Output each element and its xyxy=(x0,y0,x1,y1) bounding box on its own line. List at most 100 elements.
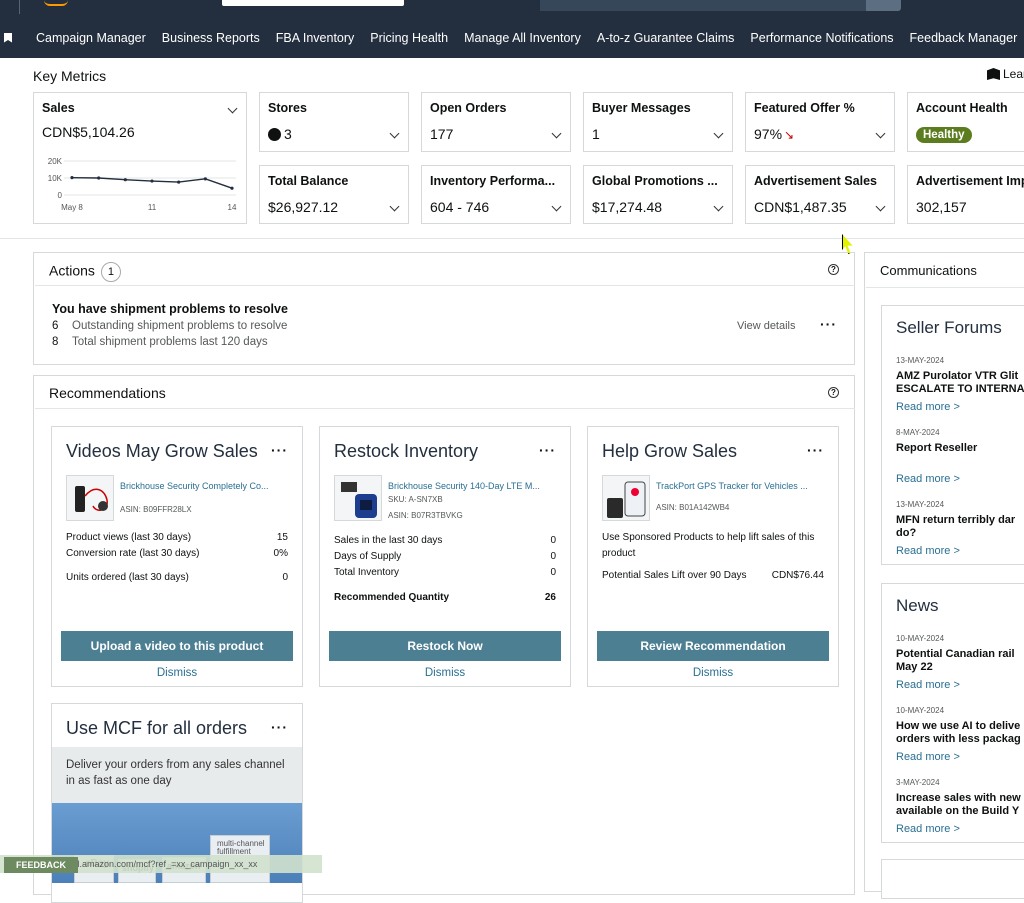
nav-manage-all-inventory[interactable]: Manage All Inventory xyxy=(464,31,581,45)
read-more-link[interactable]: Read more > xyxy=(896,401,960,413)
stat-value: 0 xyxy=(550,551,556,562)
amazon-logo-icon[interactable] xyxy=(44,0,68,6)
global-promotions-tile[interactable]: Global Promotions ... $17,274.48 xyxy=(583,165,733,224)
product-thumbnail[interactable] xyxy=(602,475,650,521)
read-more-link[interactable]: Read more > xyxy=(896,545,960,557)
open-orders-value: 177 xyxy=(430,126,454,142)
product-link[interactable]: Brickhouse Security 140-Day LTE M... xyxy=(388,481,548,491)
top-header xyxy=(0,0,1024,18)
recommendations-title: Recommendations xyxy=(49,385,166,401)
more-options-icon[interactable]: ··· xyxy=(271,443,288,457)
search-button[interactable] xyxy=(866,0,901,11)
featured-offer-value: 97% xyxy=(754,126,783,142)
product-link[interactable]: Brickhouse Security Completely Co... xyxy=(120,481,280,491)
view-details-link[interactable]: View details xyxy=(737,320,796,332)
restock-inventory-card: Restock Inventory ··· Brickhouse Securit… xyxy=(319,426,571,687)
read-more-link[interactable]: Read more > xyxy=(896,823,960,835)
global-promotions-label: Global Promotions ... xyxy=(592,174,718,188)
inventory-performance-tile[interactable]: Inventory Performa... 604 - 746 xyxy=(421,165,571,224)
post-title[interactable]: How we use AI to delive orders with less … xyxy=(896,720,1024,746)
chevron-down-icon[interactable] xyxy=(389,128,400,139)
featured-offer-tile[interactable]: Featured Offer % 97% ↘ xyxy=(745,92,895,152)
advertisement-sales-tile[interactable]: Advertisement Sales CDN$1,487.35 xyxy=(745,165,895,224)
chevron-down-icon[interactable] xyxy=(389,201,400,212)
learn-link[interactable]: Lear xyxy=(987,67,1024,81)
sales-data-point xyxy=(97,176,101,180)
menu-area[interactable] xyxy=(0,0,20,14)
nav-business-reports[interactable]: Business Reports xyxy=(162,31,260,45)
account-health-tile[interactable]: Account Health Healthy xyxy=(907,92,1024,152)
dismiss-link[interactable]: Dismiss xyxy=(588,667,838,679)
post-date: 8-MAY-2024 xyxy=(896,428,940,437)
restock-now-button[interactable]: Restock Now xyxy=(329,631,561,661)
chevron-down-icon[interactable] xyxy=(875,201,886,212)
more-options-icon[interactable]: ··· xyxy=(807,443,824,457)
nav-pricing-health[interactable]: Pricing Health xyxy=(370,31,448,45)
product-sku: SKU: A-SN7XB xyxy=(388,495,443,504)
store-selector[interactable] xyxy=(222,0,404,6)
news-box: News 10-MAY-2024 Potential Canadian rail… xyxy=(881,583,1024,843)
product-thumbnail[interactable] xyxy=(334,475,382,521)
advertisement-impressions-tile[interactable]: Advertisement Imp 302,157 xyxy=(907,165,1024,224)
nav-fba-inventory[interactable]: FBA Inventory xyxy=(276,31,355,45)
nav-campaign-manager[interactable]: Campaign Manager xyxy=(36,31,146,45)
stores-tile[interactable]: Stores 3 xyxy=(259,92,409,152)
stat-value: 0 xyxy=(550,535,556,546)
chart-x-tick-label: May 8 xyxy=(61,203,83,212)
card-title: Help Grow Sales xyxy=(602,441,738,461)
trend-down-icon: ↘ xyxy=(784,128,795,142)
buyer-messages-value: 1 xyxy=(592,126,600,142)
chevron-down-icon[interactable] xyxy=(713,128,724,139)
nav-performance-notifications[interactable]: Performance Notifications xyxy=(750,31,893,45)
dismiss-link[interactable]: Dismiss xyxy=(320,667,570,679)
nav-feedback-manager[interactable]: Feedback Manager xyxy=(910,31,1018,45)
sales-tile[interactable]: Sales CDN$5,104.26 20K 10K 0 May 8 11 14 xyxy=(33,92,247,224)
total-balance-tile[interactable]: Total Balance $26,927.12 xyxy=(259,165,409,224)
recommendations-divider xyxy=(35,408,855,409)
upload-video-button[interactable]: Upload a video to this product xyxy=(61,631,293,661)
read-more-link[interactable]: Read more > xyxy=(896,751,960,763)
read-more-link[interactable]: Read more > xyxy=(896,679,960,691)
dismiss-link[interactable]: Dismiss xyxy=(52,667,302,679)
communications-divider xyxy=(866,287,1024,288)
search-input[interactable] xyxy=(540,0,866,11)
feedback-button[interactable]: FEEDBACK xyxy=(4,857,79,873)
post-title[interactable]: Increase sales with new available on the … xyxy=(896,792,1024,818)
post-title[interactable]: MFN return terribly dar do? xyxy=(896,514,1024,540)
read-more-link[interactable]: Read more > xyxy=(896,473,960,485)
post-title[interactable]: AMZ Purolator VTR Glit ESCALATE TO INTERN… xyxy=(896,370,1024,396)
stat-row: Total Inventory 0 xyxy=(334,567,556,578)
post-title[interactable]: Report Reseller xyxy=(896,442,1024,455)
chevron-down-icon[interactable] xyxy=(227,103,238,114)
advertisement-sales-label: Advertisement Sales xyxy=(754,174,877,188)
buyer-messages-tile[interactable]: Buyer Messages 1 xyxy=(583,92,733,152)
product-asin: ASIN: B01A142WB4 xyxy=(656,503,730,512)
review-recommendation-button[interactable]: Review Recommendation xyxy=(597,631,829,661)
stat-label: Recommended Quantity xyxy=(334,592,450,603)
gps-tracker-icon xyxy=(607,481,646,518)
post-date: 13-MAY-2024 xyxy=(896,356,945,365)
post-title-line: May 22 xyxy=(896,661,933,673)
chevron-down-icon[interactable] xyxy=(551,128,562,139)
chevron-down-icon[interactable] xyxy=(551,201,562,212)
more-options-icon[interactable]: ··· xyxy=(539,443,556,457)
help-icon[interactable]: ? xyxy=(828,264,839,275)
stat-row: Conversion rate (last 30 days) 0% xyxy=(66,548,288,559)
stat-value: CDN$76.44 xyxy=(771,570,824,581)
chevron-down-icon[interactable] xyxy=(875,128,886,139)
more-options-icon[interactable]: ··· xyxy=(820,317,837,331)
product-thumbnail[interactable] xyxy=(66,475,114,521)
post-title[interactable]: Potential Canadian rail May 22 xyxy=(896,648,1024,674)
help-icon[interactable]: ? xyxy=(828,387,839,398)
nav-a-to-z-claims[interactable]: A-to-z Guarantee Claims xyxy=(597,31,735,45)
product-asin: ASIN: B07R3TBVKG xyxy=(388,511,463,520)
post-date: 10-MAY-2024 xyxy=(896,634,945,643)
recommendation-description: Use Sponsored Products to help lift sale… xyxy=(602,532,815,559)
chevron-down-icon[interactable] xyxy=(713,201,724,212)
stat-row: Sales in the last 30 days 0 xyxy=(334,535,556,546)
help-grow-sales-card: Help Grow Sales ··· TrackPort GPS Tracke… xyxy=(587,426,839,687)
open-orders-tile[interactable]: Open Orders 177 xyxy=(421,92,571,152)
post-title-line: do? xyxy=(896,527,917,539)
product-link[interactable]: TrackPort GPS Tracker for Vehicles ... xyxy=(656,481,816,491)
more-options-icon[interactable]: ··· xyxy=(271,720,288,734)
